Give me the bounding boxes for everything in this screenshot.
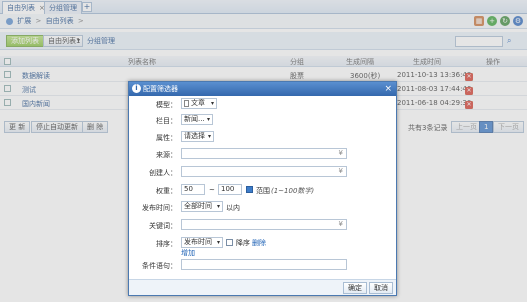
sort-add-link[interactable]: 增加 [181,248,195,258]
pubtime-label: 发布时间： [142,204,177,212]
keyword-input[interactable]: ¥ [181,219,347,230]
filter-dialog: i 配置筛选器 × 模型： 文章 ▾ 栏目： 新闻... ▾ 属性： 请选择 ▾ 来源… [128,81,397,296]
range-checkbox[interactable] [246,186,253,193]
weight-separator: ~ [209,186,215,194]
creator-label: 创建人： [149,169,177,177]
model-label: 模型： [156,101,177,109]
weight-from-value: 50 [184,185,193,193]
source-input[interactable]: ¥ [181,148,347,159]
column-value: 新闻... [184,115,205,123]
ok-button[interactable]: 确定 [343,282,367,294]
pubtime-suffix: 以内 [226,204,240,212]
chevron-down-icon: ▾ [216,239,220,246]
weight-to-value: 100 [221,185,235,193]
sort-value: 发布时间 [184,238,212,246]
column-label: 栏目： [156,117,177,125]
sort-desc-label: 降序 [236,239,250,247]
weight-from-input[interactable]: 50 [181,184,205,195]
attr-label: 属性： [156,134,177,142]
document-icon [184,99,189,107]
dialog-footer: 确定 取消 [129,279,396,295]
weight-to-input[interactable]: 100 [218,184,242,195]
sort-label: 排序： [156,240,177,248]
chevron-double-down-icon[interactable]: ¥ [339,149,343,158]
weight-label: 权重： [156,187,177,195]
info-icon: i [132,84,141,93]
dialog-title: 配置筛选器 [143,85,178,93]
chevron-down-icon: ▾ [207,133,211,140]
sort-select[interactable]: 发布时间 ▾ [181,237,223,248]
condition-input[interactable] [181,259,347,270]
column-select[interactable]: 新闻... ▾ [181,114,213,125]
attr-value: 请选择 [184,132,205,140]
pubtime-select[interactable]: 全部时间 ▾ [181,201,223,212]
cancel-button[interactable]: 取消 [369,282,393,294]
dialog-title-bar: i 配置筛选器 × [129,82,396,96]
close-icon[interactable]: × [384,82,392,96]
chevron-down-icon: ▾ [216,203,220,210]
range-label: 范围 [256,187,270,195]
pubtime-value: 全部时间 [184,202,212,210]
chevron-double-down-icon[interactable]: ¥ [339,220,343,229]
chevron-double-down-icon[interactable]: ¥ [339,167,343,176]
attr-select[interactable]: 请选择 ▾ [181,131,214,142]
creator-input[interactable]: ¥ [181,166,347,177]
sort-desc-checkbox[interactable] [226,239,233,246]
chevron-down-icon: ▾ [206,116,210,123]
keyword-label: 关键词： [149,222,177,230]
model-select[interactable]: 文章 ▾ [181,98,217,109]
source-label: 来源： [156,151,177,159]
range-hint: (1~100数字) [271,187,315,195]
chevron-down-icon: ▾ [210,100,214,107]
condition-label: 条件语句： [142,262,177,270]
model-value: 文章 [191,99,205,107]
sort-delete-link[interactable]: 删除 [252,238,266,248]
